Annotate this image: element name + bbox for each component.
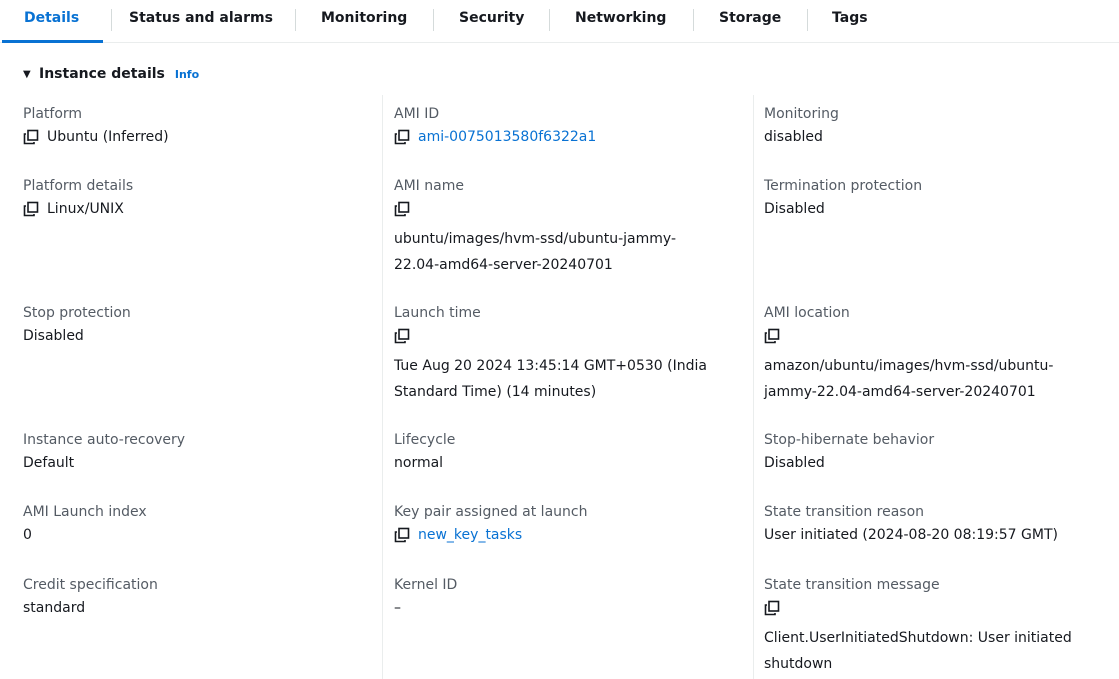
tab-security[interactable]: Security xyxy=(459,0,524,41)
field-key-pair: Key pair assigned at launch new_key_task… xyxy=(394,502,744,548)
lifecycle-value: normal xyxy=(394,455,444,471)
column-divider xyxy=(753,95,754,679)
kernel-id-value: – xyxy=(394,600,401,616)
copy-icon[interactable] xyxy=(764,328,780,344)
credit-spec-value: standard xyxy=(23,600,86,616)
copy-icon[interactable] xyxy=(23,201,39,217)
field-ami-name: AMI name ubuntu/images/hvm-ssd/ubuntu-ja… xyxy=(394,176,744,278)
field-state-transition-reason: State transition reason User initiated (… xyxy=(764,502,1114,548)
ami-name-value-line2: 22.04-amd64-server-20240701 xyxy=(394,257,613,273)
tab-networking[interactable]: Networking xyxy=(575,0,666,41)
copy-icon[interactable] xyxy=(23,129,39,145)
auto-recovery-value: Default xyxy=(23,455,75,471)
field-label: Lifecycle xyxy=(394,432,456,448)
field-ami-location: AMI location amazon/ubuntu/images/hvm-ss… xyxy=(764,303,1114,405)
launch-time-value-line2: Standard Time) (14 minutes) xyxy=(394,384,597,400)
field-label: Kernel ID xyxy=(394,577,458,593)
field-label: State transition message xyxy=(764,577,940,593)
tab-details[interactable]: Details xyxy=(24,0,79,41)
field-instance-auto-recovery: Instance auto-recovery Default xyxy=(23,430,373,476)
tab-divider xyxy=(549,9,550,31)
field-label: Stop protection xyxy=(23,305,131,321)
field-label: Platform xyxy=(23,106,83,122)
ami-id-link[interactable]: ami-0075013580f6322a1 xyxy=(418,124,596,150)
field-state-transition-message: State transition message Client.UserInit… xyxy=(764,575,1114,677)
tab-monitoring[interactable]: Monitoring xyxy=(321,0,407,41)
stop-hibernate-value: Disabled xyxy=(764,455,825,471)
key-pair-link[interactable]: new_key_tasks xyxy=(418,522,522,548)
field-label: Credit specification xyxy=(23,577,158,593)
launch-time-value-line1: Tue Aug 20 2024 13:45:14 GMT+0530 (India xyxy=(394,358,707,374)
state-reason-value: User initiated (2024-08-20 08:19:57 GMT) xyxy=(764,527,1058,543)
field-label: AMI Launch index xyxy=(23,504,147,520)
platform-details-value: Linux/UNIX xyxy=(47,201,124,217)
field-label: AMI ID xyxy=(394,106,440,122)
field-label: Launch time xyxy=(394,305,481,321)
copy-icon[interactable] xyxy=(394,527,410,543)
tab-divider xyxy=(433,9,434,31)
caret-down-icon[interactable]: ▼ xyxy=(23,69,33,80)
field-stop-protection: Stop protection Disabled xyxy=(23,303,373,349)
termination-protection-value: Disabled xyxy=(764,201,825,217)
state-message-value-line1: Client.UserInitiatedShutdown: User initi… xyxy=(764,630,1072,646)
field-label: AMI location xyxy=(764,305,850,321)
platform-value: Ubuntu (Inferred) xyxy=(47,129,169,145)
field-termination-protection: Termination protection Disabled xyxy=(764,176,1114,222)
field-launch-time: Launch time Tue Aug 20 2024 13:45:14 GMT… xyxy=(394,303,744,405)
ami-location-value-line1: amazon/ubuntu/images/hvm-ssd/ubuntu- xyxy=(764,358,1054,374)
ami-launch-index-value: 0 xyxy=(23,527,32,543)
copy-icon[interactable] xyxy=(394,328,410,344)
field-label: Instance auto-recovery xyxy=(23,432,186,448)
ami-location-value-line2: jammy-22.04-amd64-server-20240701 xyxy=(764,384,1036,400)
field-label: Platform details xyxy=(23,178,134,194)
field-kernel-id: Kernel ID – xyxy=(394,575,744,621)
monitoring-value: disabled xyxy=(764,129,823,145)
tab-divider xyxy=(693,9,694,31)
field-label: Monitoring xyxy=(764,106,839,122)
field-platform-details: Platform details Linux/UNIX xyxy=(23,176,373,222)
field-label: Key pair assigned at launch xyxy=(394,504,588,520)
tab-divider xyxy=(295,9,296,31)
stop-protection-value: Disabled xyxy=(23,328,84,344)
field-credit-specification: Credit specification standard xyxy=(23,575,373,621)
section-title: Instance details xyxy=(39,66,165,82)
field-label: State transition reason xyxy=(764,504,925,520)
tab-divider xyxy=(807,9,808,31)
field-stop-hibernate-behavior: Stop-hibernate behavior Disabled xyxy=(764,430,1114,476)
instance-details-header[interactable]: ▼ Instance details Info xyxy=(23,64,199,84)
info-link[interactable]: Info xyxy=(175,68,199,81)
field-ami-launch-index: AMI Launch index 0 xyxy=(23,502,373,548)
field-label: Termination protection xyxy=(764,178,923,194)
field-label: Stop-hibernate behavior xyxy=(764,432,935,448)
field-monitoring: Monitoring disabled xyxy=(764,104,1114,150)
copy-icon[interactable] xyxy=(764,600,780,616)
tab-tags[interactable]: Tags xyxy=(832,0,868,41)
ami-name-value-line1: ubuntu/images/hvm-ssd/ubuntu-jammy- xyxy=(394,231,676,247)
field-platform: Platform Ubuntu (Inferred) xyxy=(23,104,373,150)
field-lifecycle: Lifecycle normal xyxy=(394,430,744,476)
tab-status-and-alarms[interactable]: Status and alarms xyxy=(129,0,273,41)
details-tab-bar: Details Status and alarms Monitoring Sec… xyxy=(0,0,1119,43)
field-ami-id: AMI ID ami-0075013580f6322a1 xyxy=(394,104,744,150)
copy-icon[interactable] xyxy=(394,129,410,145)
column-divider xyxy=(382,95,383,679)
state-message-value-line2: shutdown xyxy=(764,656,833,672)
field-label: AMI name xyxy=(394,178,464,194)
active-tab-indicator xyxy=(2,40,103,43)
tab-divider xyxy=(111,9,112,31)
copy-icon[interactable] xyxy=(394,201,410,217)
tab-storage[interactable]: Storage xyxy=(719,0,781,41)
